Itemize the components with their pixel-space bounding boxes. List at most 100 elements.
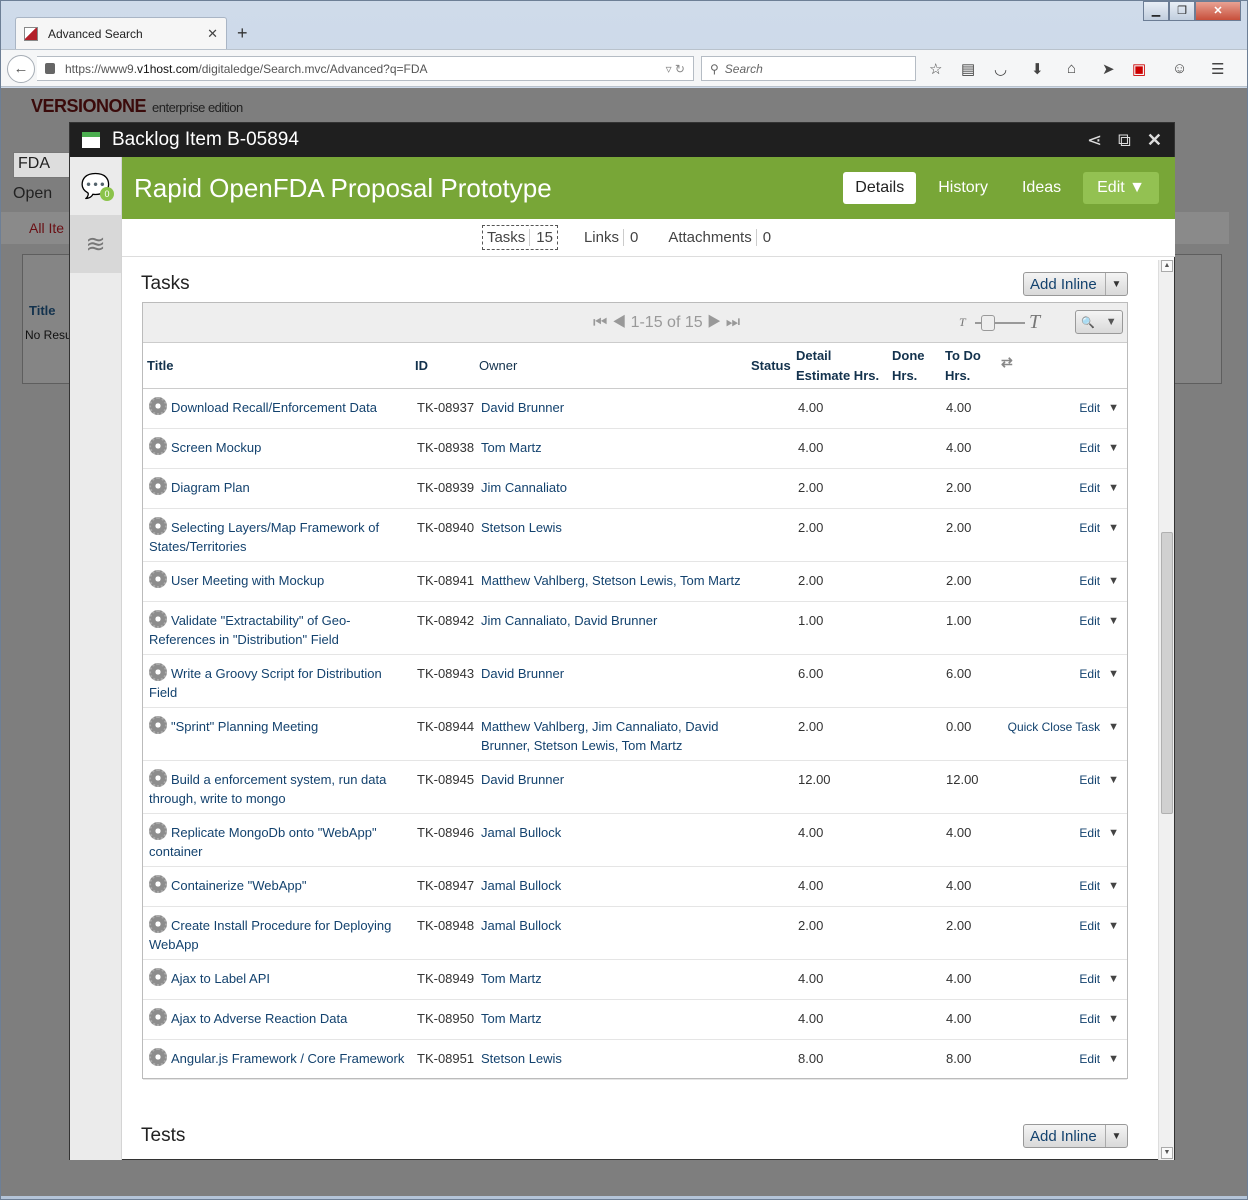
bookmark-star-icon[interactable]: ☆ (929, 60, 942, 78)
grid-filter-button[interactable]: 🔍 ▼ (1075, 310, 1123, 334)
col-title[interactable]: Title (147, 356, 174, 376)
bg-search-field[interactable]: FDA (13, 152, 73, 178)
conversation-button[interactable]: 💬 0 (70, 157, 121, 215)
task-action-button[interactable]: Edit ▼ (1079, 916, 1119, 936)
bg-all-items-tab[interactable]: All Ite (29, 220, 64, 236)
task-action-label[interactable]: Edit (1079, 518, 1100, 538)
close-tab-icon[interactable]: ✕ (207, 26, 218, 42)
task-action-button[interactable]: Edit ▼ (1079, 478, 1119, 498)
browser-tab[interactable]: Advanced Search ✕ (15, 17, 227, 49)
maximize-button[interactable]: ❐ (1169, 1, 1195, 21)
task-action-button[interactable]: Edit ▼ (1079, 969, 1119, 989)
download-icon[interactable]: ⬇ (1031, 60, 1044, 78)
reading-list-icon[interactable]: ▤ (961, 60, 975, 78)
task-title-link[interactable]: Angular.js Framework / Core Framework (149, 1049, 405, 1068)
task-title-link[interactable]: Download Recall/Enforcement Data (149, 398, 405, 417)
pager-controls[interactable]: ⏮ ◀ 1-15 of 15 ▶ ⏭ (593, 314, 740, 332)
task-action-button[interactable]: Quick Close Task ▼ (1008, 717, 1119, 737)
edit-menu-button[interactable]: Edit ▼ (1083, 172, 1159, 204)
task-action-label[interactable]: Quick Close Task (1008, 717, 1100, 737)
task-title-link[interactable]: Ajax to Adverse Reaction Data (149, 1009, 405, 1028)
task-action-button[interactable]: Edit ▼ (1079, 398, 1119, 418)
task-title-link[interactable]: Containerize "WebApp" (149, 876, 405, 895)
search-input[interactable]: ⚲ Search (701, 56, 916, 81)
task-action-button[interactable]: Edit ▼ (1079, 664, 1119, 684)
tasks-add-inline-button[interactable]: Add Inline ▼ (1023, 272, 1128, 296)
home-icon[interactable]: ⌂ (1067, 60, 1076, 77)
column-settings-icon[interactable]: ⇄ (1001, 352, 1013, 372)
modal-scrollbar[interactable]: ▲ ▼ (1158, 260, 1174, 1160)
task-title-link[interactable]: Write a Groovy Script for Distribution F… (149, 664, 405, 702)
new-tab-button[interactable]: + (237, 23, 248, 44)
task-action-button[interactable]: Edit ▼ (1079, 571, 1119, 591)
bg-open-filter[interactable]: Open (13, 185, 52, 203)
chevron-down-icon[interactable]: ▼ (1105, 273, 1127, 295)
task-action-label[interactable]: Edit (1079, 478, 1100, 498)
share-icon[interactable]: ⋖ (1087, 130, 1102, 151)
task-title-link[interactable]: Screen Mockup (149, 438, 405, 457)
task-title-link[interactable]: Replicate MongoDb onto "WebApp" containe… (149, 823, 405, 861)
tab-tasks[interactable]: Tasks 15 (481, 225, 558, 250)
task-action-label[interactable]: Edit (1079, 876, 1100, 896)
task-action-label[interactable]: Edit (1079, 438, 1100, 458)
chevron-down-icon[interactable]: ▼ (1108, 1049, 1119, 1069)
pocket-icon[interactable]: ◡ (994, 60, 1007, 78)
slider-handle[interactable] (981, 315, 995, 331)
task-action-label[interactable]: Edit (1079, 1009, 1100, 1029)
task-action-label[interactable]: Edit (1079, 823, 1100, 843)
minimize-button[interactable]: ▁ (1143, 1, 1169, 21)
tab-history[interactable]: History (926, 172, 1000, 204)
task-action-label[interactable]: Edit (1079, 571, 1100, 591)
tests-add-inline-button[interactable]: Add Inline ▼ (1023, 1124, 1128, 1148)
reload-icon[interactable]: ▿ ↻ (666, 62, 685, 76)
chevron-down-icon[interactable]: ▼ (1108, 823, 1119, 843)
task-title-link[interactable]: User Meeting with Mockup (149, 571, 405, 590)
chevron-down-icon[interactable]: ▼ (1108, 969, 1119, 989)
send-icon[interactable]: ➤ (1102, 60, 1115, 78)
url-bar[interactable]: https://www9. v1host.com/digitaledge/Sear… (37, 56, 694, 81)
tab-attachments[interactable]: Attachments 0 (664, 226, 775, 249)
col-id[interactable]: ID (415, 356, 428, 376)
scroll-down-icon[interactable]: ▼ (1161, 1147, 1173, 1159)
col-todo[interactable]: To Do Hrs. (945, 346, 989, 386)
chevron-down-icon[interactable]: ▼ (1108, 398, 1119, 418)
task-action-label[interactable]: Edit (1079, 770, 1100, 790)
chevron-down-icon[interactable]: ▼ (1108, 1009, 1119, 1029)
task-action-button[interactable]: Edit ▼ (1079, 770, 1119, 790)
back-button[interactable]: ← (7, 55, 35, 83)
tab-ideas[interactable]: Ideas (1010, 172, 1073, 204)
task-action-button[interactable]: Edit ▼ (1079, 1049, 1119, 1069)
scroll-up-icon[interactable]: ▲ (1161, 260, 1173, 272)
task-action-button[interactable]: Edit ▼ (1079, 823, 1119, 843)
chevron-down-icon[interactable]: ▼ (1108, 916, 1119, 936)
col-status[interactable]: Status (751, 356, 791, 376)
task-title-link[interactable]: Diagram Plan (149, 478, 405, 497)
task-action-button[interactable]: Edit ▼ (1079, 438, 1119, 458)
chevron-down-icon[interactable]: ▼ (1108, 664, 1119, 684)
task-action-button[interactable]: Edit ▼ (1079, 876, 1119, 896)
task-action-label[interactable]: Edit (1079, 664, 1100, 684)
task-action-label[interactable]: Edit (1079, 969, 1100, 989)
tab-links[interactable]: Links 0 (580, 226, 642, 249)
chevron-down-icon[interactable]: ▼ (1108, 717, 1119, 737)
task-action-label[interactable]: Edit (1079, 398, 1100, 418)
task-action-button[interactable]: Edit ▼ (1079, 611, 1119, 631)
chat-icon[interactable]: ☺ (1172, 60, 1187, 77)
task-action-button[interactable]: Edit ▼ (1079, 518, 1119, 538)
text-size-slider[interactable]: TT (959, 311, 1049, 333)
task-action-button[interactable]: Edit ▼ (1079, 1009, 1119, 1029)
task-title-link[interactable]: Create Install Procedure for Deploying W… (149, 916, 405, 954)
col-done[interactable]: Done Hrs. (892, 346, 936, 386)
task-title-link[interactable]: Build a enforcement system, run data thr… (149, 770, 405, 808)
chevron-down-icon[interactable]: ▼ (1105, 1125, 1127, 1147)
close-icon[interactable]: ✕ (1147, 130, 1162, 151)
col-detail-estimate[interactable]: Detail Estimate Hrs. (796, 346, 886, 386)
task-title-link[interactable]: Ajax to Label API (149, 969, 405, 988)
chevron-down-icon[interactable]: ▼ (1108, 770, 1119, 790)
close-window-button[interactable]: ✕ (1195, 1, 1241, 21)
chevron-down-icon[interactable]: ▼ (1108, 518, 1119, 538)
chevron-down-icon[interactable]: ▼ (1108, 611, 1119, 631)
task-action-label[interactable]: Edit (1079, 611, 1100, 631)
activity-stream-button[interactable]: ≋ (70, 215, 121, 273)
task-title-link[interactable]: Selecting Layers/Map Framework of States… (149, 518, 405, 556)
